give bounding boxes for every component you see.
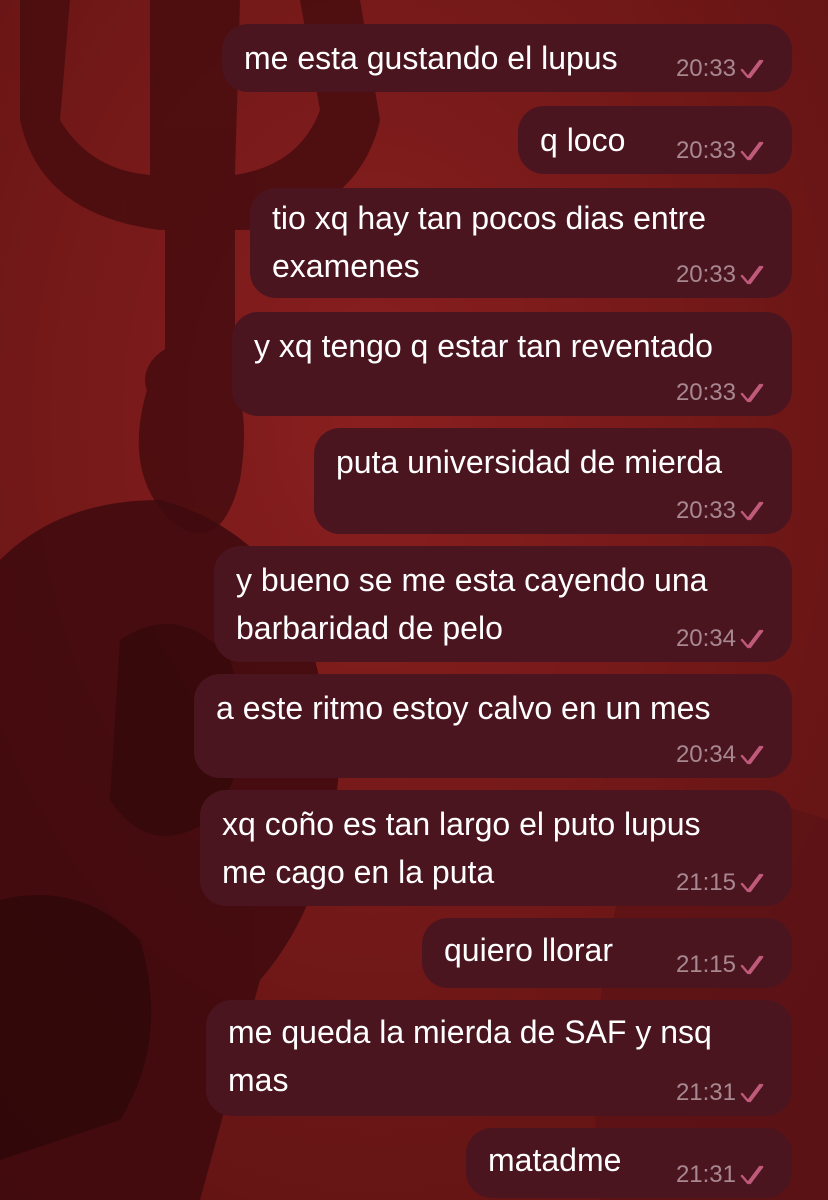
- message-meta: 20:33: [676, 378, 770, 408]
- double-check-icon: [740, 873, 764, 893]
- message-bubble[interactable]: tio xq hay tan pocos dias entre examenes…: [250, 188, 792, 298]
- message-meta: 20:33: [676, 260, 770, 290]
- double-check-icon: [740, 1083, 764, 1103]
- double-check-icon: [740, 141, 764, 161]
- message-time: 21:31: [675, 1079, 736, 1106]
- message-text: xq coño es tan largo el puto lupus me ca…: [222, 806, 701, 890]
- message-text: me esta gustando el lupus: [244, 40, 618, 76]
- message-meta: 21:15: [676, 950, 770, 980]
- message-meta: 20:34: [676, 740, 770, 770]
- message-bubble[interactable]: y xq tengo q estar tan reventado 20:33: [232, 312, 792, 416]
- message-meta: 20:33: [676, 54, 770, 84]
- message-time: 20:34: [675, 625, 736, 652]
- double-check-icon: [740, 59, 764, 79]
- message-meta: 21:31: [676, 1160, 770, 1190]
- message-bubble[interactable]: xq coño es tan largo el puto lupus me ca…: [200, 790, 792, 906]
- double-check-icon: [740, 383, 764, 403]
- message-text: tio xq hay tan pocos dias entre examenes: [272, 200, 707, 284]
- double-check-icon: [740, 955, 764, 975]
- message-bubble[interactable]: me esta gustando el lupus 20:33: [222, 24, 792, 92]
- message-text: y xq tengo q estar tan reventado: [254, 328, 713, 364]
- double-check-icon: [740, 1165, 764, 1185]
- message-text: matadme: [488, 1142, 622, 1178]
- message-bubble[interactable]: matadme 21:31: [466, 1128, 792, 1198]
- message-meta: 20:33: [676, 136, 770, 166]
- message-time: 20:33: [675, 497, 736, 524]
- message-time: 20:33: [675, 261, 736, 288]
- message-meta: 20:34: [676, 624, 770, 654]
- message-text: q loco: [540, 122, 626, 158]
- message-bubble[interactable]: y bueno se me esta cayendo una barbarida…: [214, 546, 792, 662]
- chat-messages: me esta gustando el lupus 20:33 q loco 2…: [0, 0, 828, 1200]
- message-bubble[interactable]: me queda la mierda de SAF y nsq mas 21:3…: [206, 1000, 792, 1116]
- message-text: a este ritmo estoy calvo en un mes: [216, 690, 711, 726]
- message-meta: 21:31: [676, 1078, 770, 1108]
- double-check-icon: [740, 501, 764, 521]
- message-text: y bueno se me esta cayendo una barbarida…: [236, 562, 708, 646]
- message-time: 21:31: [675, 1161, 736, 1188]
- message-time: 21:15: [675, 951, 736, 978]
- message-time: 20:34: [675, 741, 736, 768]
- message-meta: 21:15: [676, 868, 770, 898]
- message-time: 20:33: [675, 137, 736, 164]
- double-check-icon: [740, 745, 764, 765]
- message-bubble[interactable]: puta universidad de mierda 20:33: [314, 428, 792, 534]
- double-check-icon: [740, 629, 764, 649]
- message-text: puta universidad de mierda: [336, 444, 723, 480]
- message-text: me queda la mierda de SAF y nsq mas: [228, 1014, 712, 1098]
- message-bubble[interactable]: q loco 20:33: [518, 106, 792, 174]
- message-time: 20:33: [675, 55, 736, 82]
- double-check-icon: [740, 265, 764, 285]
- message-time: 20:33: [675, 379, 736, 406]
- message-text: quiero llorar: [444, 932, 613, 968]
- message-bubble[interactable]: a este ritmo estoy calvo en un mes 20:34: [194, 674, 792, 778]
- message-bubble[interactable]: quiero llorar 21:15: [422, 918, 792, 988]
- message-meta: 20:33: [676, 496, 770, 526]
- message-time: 21:15: [675, 869, 736, 896]
